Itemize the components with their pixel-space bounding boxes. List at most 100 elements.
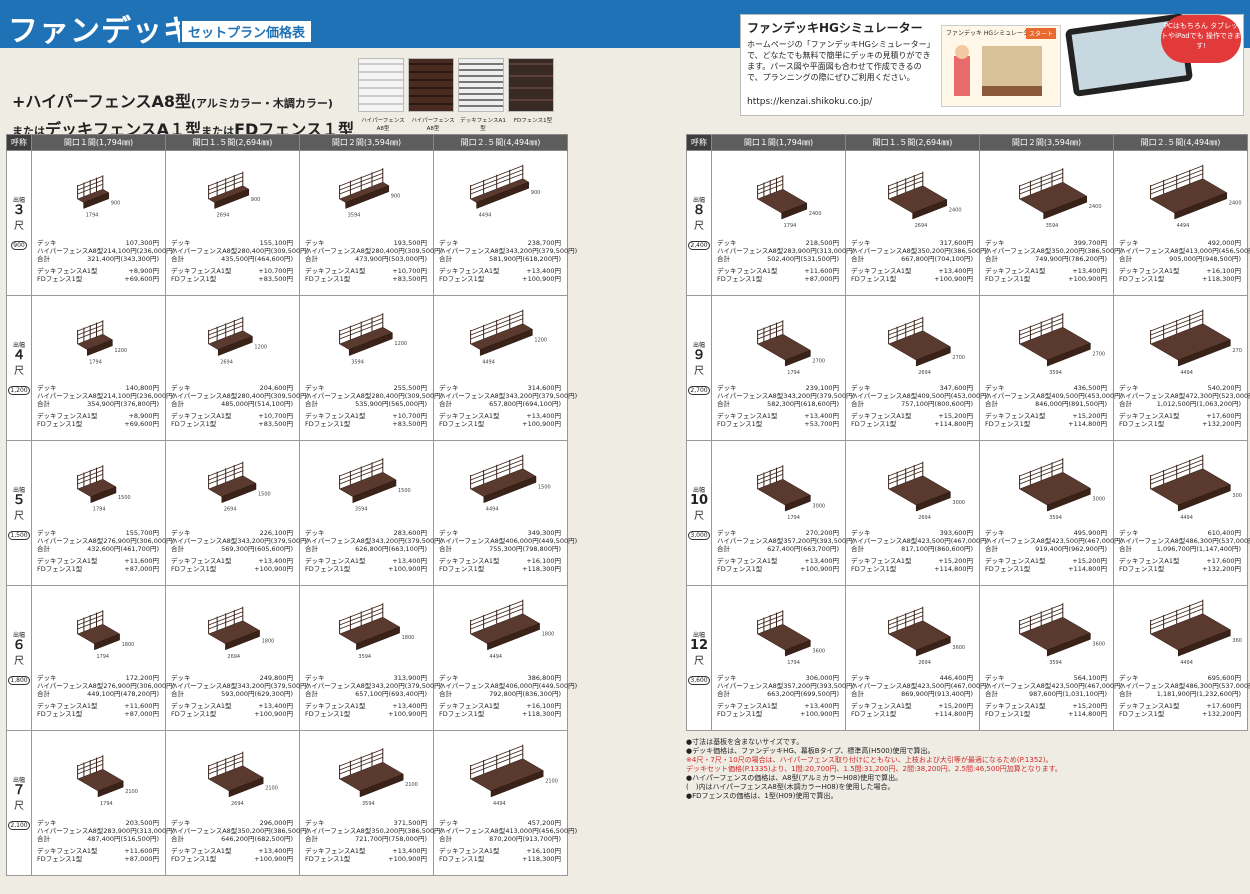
depth-dimension: 2700: [812, 358, 825, 364]
price-cell: 1794 1500 デッキ 155,700円 ハイパーフェンスA8型 276,900円…: [31, 440, 175, 586]
row-label: 出幅 ９ 尺 2,700: [686, 295, 712, 441]
simulator-title: ファンデッキHGシミュレーター: [747, 21, 923, 35]
total-price: 667,800円(704,100円): [901, 255, 973, 263]
total-price: 321,400円(343,300円): [87, 255, 159, 263]
fd1-price: +87,000円: [124, 710, 159, 718]
row-label-unit: 尺: [694, 221, 704, 232]
deck-price: 155,700円: [125, 529, 159, 537]
total-price: 817,100円(860,600円): [901, 545, 973, 553]
deck-price: 610,400円: [1207, 529, 1241, 537]
fd1-label: FDフェンス1型: [305, 275, 351, 283]
depth-dimension: 1500: [538, 484, 551, 490]
deck-illustration: 1794 3000: [757, 465, 825, 521]
total-price: 432,600円(461,700円): [87, 545, 159, 553]
column-header: 間口２間(3,594㎜): [299, 134, 434, 151]
price-cell: 2694 3000 デッキ 393,600円 ハイパーフェンスA8型 423,500円…: [845, 440, 989, 586]
deck-price: 204,600円: [259, 384, 293, 392]
hyper-price: 283,900円(313,000円): [783, 247, 856, 255]
fd1-label: FDフェンス1型: [37, 710, 83, 718]
dfa1-price: +15,200円: [1072, 557, 1107, 565]
brand-title: ファンデッキ: [8, 14, 194, 49]
hyper-price: 409,500円(453,000円): [1051, 392, 1124, 400]
dfa1-price: +11,600円: [124, 557, 159, 565]
total-label: 合計: [985, 690, 998, 698]
fd1-label: FDフェンス1型: [985, 275, 1031, 283]
depth-dimension: 3600: [812, 648, 825, 654]
hyper-price: 406,000円(449,500円): [505, 682, 578, 690]
depth-dimension: 1800: [262, 639, 275, 645]
deck-price: 457,200円: [527, 819, 561, 827]
price-cell: 4494 1200 デッキ 314,600円 ハイパーフェンスA8型 343,200円…: [433, 295, 577, 441]
width-dimension: 2694: [918, 515, 931, 521]
deck-illustration: 4494 1800: [470, 599, 554, 660]
deck-label: デッキ: [1119, 529, 1139, 537]
dfa1-label: デッキフェンスA1型: [1119, 267, 1180, 275]
dfa1-label: デッキフェンスA1型: [439, 847, 500, 855]
hyper-price: 406,000円(449,500円): [505, 537, 578, 545]
row-label-mm: 1,200: [8, 386, 30, 395]
dfa1-label: デッキフェンスA1型: [305, 847, 366, 855]
width-dimension: 2694: [231, 801, 244, 807]
hyper-price: 423,500円(467,000円): [917, 682, 990, 690]
depth-dimension: 2400: [1229, 201, 1242, 207]
deck-label: デッキ: [37, 384, 57, 392]
hyper-label: ハイパーフェンスA8型: [37, 247, 104, 255]
total-label: 合計: [37, 255, 50, 263]
row-label-mm: 3,000: [688, 531, 710, 540]
deck-illustration: 2694 1500: [208, 461, 271, 513]
total-price: 487,400円(516,500円): [87, 835, 159, 843]
row-label-number: ８: [692, 203, 706, 218]
hyper-price: 472,300円(523,000円): [1185, 392, 1250, 400]
deck-illustration: 4494 2400: [1150, 164, 1242, 229]
row-label: 出幅 ７ 尺 2,100: [6, 730, 32, 876]
dfa1-label: デッキフェンスA1型: [717, 267, 778, 275]
fd1-label: FDフェンス1型: [1119, 565, 1165, 573]
width-dimension: 3594: [1049, 370, 1062, 376]
fence-caption: デッキフェンスA1型: [460, 118, 506, 132]
dfa1-price: +13,400円: [526, 412, 561, 420]
dfa1-price: +13,400円: [258, 702, 293, 710]
depth-dimension: 1200: [114, 348, 127, 354]
fd1-price: +100,900円: [934, 275, 973, 283]
hyper-label: ハイパーフェンスA8型: [305, 537, 372, 545]
hyper-label: ハイパーフェンスA8型: [439, 682, 506, 690]
simulator-text: ホームページの「ファンデッキHGシミュレーター」で、どなたでも無料で簡単にデッキ…: [747, 40, 935, 82]
depth-dimension: 1800: [122, 642, 135, 648]
price-cell: 2694 1800 デッキ 249,800円 ハイパーフェンスA8型 343,200円…: [165, 585, 309, 731]
price-cell: 4494 2700 デッキ 540,200円 ハイパーフェンスA8型472,300円…: [1113, 295, 1250, 441]
dfa1-label: デッキフェンスA1型: [171, 557, 232, 565]
width-dimension: 1794: [787, 370, 800, 376]
fd1-label: FDフェンス1型: [717, 565, 763, 573]
simulator-url[interactable]: https://kenzai.shikoku.co.jp/: [747, 97, 872, 107]
depth-dimension: 3000: [812, 503, 825, 509]
total-price: 757,100円(800,600円): [901, 400, 973, 408]
width-dimension: 1794: [787, 660, 800, 666]
deck-label: デッキ: [305, 384, 325, 392]
total-price: 435,500円(464,600円): [221, 255, 293, 263]
row-label: 出幅 ４ 尺 1,200: [6, 295, 32, 441]
dfa1-price: +11,600円: [124, 702, 159, 710]
deck-price: 203,500円: [125, 819, 159, 827]
total-price: 663,200円(699,500円): [767, 690, 839, 698]
fd1-label: FDフェンス1型: [305, 420, 351, 428]
depth-dimension: 1800: [402, 635, 415, 641]
fd1-label: FDフェンス1型: [851, 275, 897, 283]
hyper-price: 413,000円(456,500円): [505, 827, 578, 835]
fd1-price: +87,000円: [804, 275, 839, 283]
fd1-price: +114,800円: [934, 565, 973, 573]
column-header: 間口１.５間(2,694㎜): [845, 134, 980, 151]
depth-dimension: 2700: [1092, 351, 1105, 357]
deck-illustration: 1794 900: [77, 175, 120, 219]
deck-price: 371,500円: [393, 819, 427, 827]
fd1-price: +100,900円: [388, 710, 427, 718]
deck-price: 218,500円: [805, 239, 839, 247]
total-label: 合計: [439, 255, 452, 263]
depth-dimension: 2100: [405, 782, 418, 788]
hyper-label: ハイパーフェンスA8型: [439, 537, 506, 545]
total-price: 354,900円(376,800円): [87, 400, 159, 408]
deck-price: 386,800円: [527, 674, 561, 682]
price-cell: 3594 3600 デッキ 564,100円 ハイパーフェンスA8型 423,500円…: [979, 585, 1123, 731]
fd1-price: +83,500円: [258, 420, 293, 428]
dfa1-label: デッキフェンスA1型: [37, 702, 98, 710]
fd1-price: +100,900円: [254, 855, 293, 863]
